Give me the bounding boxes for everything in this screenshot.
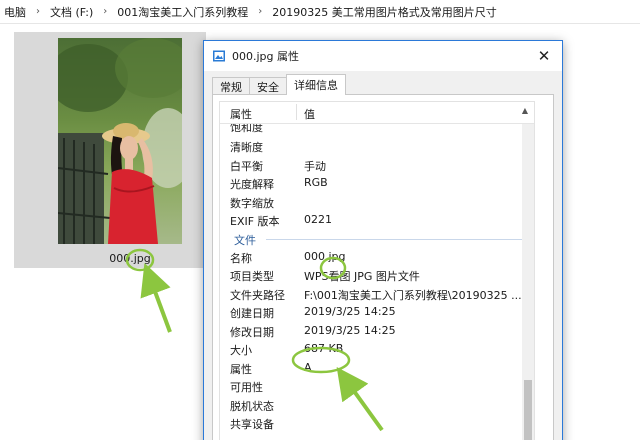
property-name: 白平衡 xyxy=(230,159,263,173)
property-value: WPS看图 JPG 图片文件 xyxy=(304,270,420,283)
details-list-header: 属性 值 ▲ xyxy=(220,102,534,124)
list-item[interactable]: 清晰度 xyxy=(220,136,520,155)
dialog-title: 000.jpg 属性 xyxy=(232,50,300,63)
details-rows: 饱和度 清晰度 白平衡 手动 光度解释 RGB 数字缩放 EXIF 版本 022… xyxy=(220,124,530,432)
list-item[interactable]: 光度解释 RGB xyxy=(220,173,520,192)
property-value: A xyxy=(304,360,312,374)
list-item[interactable]: 脱机状态 xyxy=(220,395,520,414)
details-panel: 属性 值 ▲ 饱和度 清晰度 白平衡 手动 光度解释 RGB 数字缩放 EXIF… xyxy=(212,94,554,440)
list-item[interactable]: 创建日期 2019/3/25 14:25 xyxy=(220,302,520,321)
photo-thumbnail[interactable] xyxy=(58,38,182,244)
photo-illustration xyxy=(58,38,182,244)
image-file-icon xyxy=(212,49,226,63)
list-item[interactable]: 修改日期 2019/3/25 14:25 xyxy=(220,321,520,340)
list-item[interactable]: 项目类型 WPS看图 JPG 图片文件 xyxy=(220,265,520,284)
property-name: 脱机状态 xyxy=(230,399,274,413)
tab-details[interactable]: 详细信息 xyxy=(286,74,346,95)
property-name: 饱和度 xyxy=(230,124,263,134)
property-name: 共享设备 xyxy=(230,418,274,431)
list-item[interactable]: 数字缩放 xyxy=(220,192,520,211)
list-item[interactable]: 白平衡 手动 xyxy=(220,155,520,174)
property-value: RGB xyxy=(304,176,328,189)
property-value: 687 KB xyxy=(304,342,344,355)
list-item[interactable]: 名称 000.jpg xyxy=(220,247,520,266)
list-item[interactable]: 共享设备 xyxy=(220,413,520,432)
column-header-value[interactable]: 值 xyxy=(304,106,315,122)
list-item[interactable]: 大小 687 KB xyxy=(220,339,520,358)
chevron-right-icon: › xyxy=(258,6,263,17)
breadcrumb-drive-f[interactable]: 文档 (F:) xyxy=(46,0,97,23)
list-item[interactable]: EXIF 版本 0221 xyxy=(220,210,520,229)
column-divider[interactable] xyxy=(296,104,297,120)
list-item[interactable]: 属性 A xyxy=(220,358,520,377)
section-divider xyxy=(266,238,530,240)
dialog-tabs: 常规 安全 详细信息 xyxy=(212,74,346,95)
section-label: 文件 xyxy=(234,233,256,247)
property-value: 手动 xyxy=(304,159,326,173)
tab-security[interactable]: 安全 xyxy=(249,77,287,95)
property-name: 清晰度 xyxy=(230,141,263,154)
property-value: 2019/3/25 14:25 xyxy=(304,323,396,337)
annotation-arrow xyxy=(140,262,172,333)
property-value: 2019/3/25 14:25 xyxy=(304,305,396,318)
vertical-scrollbar[interactable] xyxy=(522,124,534,440)
property-name: 项目类型 xyxy=(230,270,274,283)
property-name: 大小 xyxy=(230,344,252,357)
close-icon[interactable]: ✕ xyxy=(526,41,562,71)
properties-dialog: 000.jpg 属性 ✕ 常规 安全 详细信息 属性 值 ▲ 饱和度 清晰度 白… xyxy=(203,40,563,440)
property-value: 000.jpg xyxy=(304,249,346,263)
property-name: 光度解释 xyxy=(230,178,274,191)
details-list[interactable]: 属性 值 ▲ 饱和度 清晰度 白平衡 手动 光度解释 RGB 数字缩放 EXIF… xyxy=(219,101,535,440)
address-bar[interactable]: 电脑 › 文档 (F:) › 001淘宝美工入门系列教程 › 20190325 … xyxy=(0,0,640,24)
property-name: 可用性 xyxy=(230,381,263,394)
section-header-file: 文件 xyxy=(220,229,530,247)
sort-up-icon: ▲ xyxy=(521,106,528,115)
breadcrumb-current-folder[interactable]: 20190325 美工常用图片格式及常用图片尺寸 xyxy=(268,0,500,23)
tab-general[interactable]: 常规 xyxy=(212,77,250,95)
property-name: 创建日期 xyxy=(230,307,274,320)
property-value: F:\001淘宝美工入门系列教程\20190325 ... xyxy=(304,288,522,302)
property-name: EXIF 版本 xyxy=(230,215,280,228)
chevron-right-icon: › xyxy=(36,6,40,17)
column-header-property[interactable]: 属性 xyxy=(230,106,252,122)
breadcrumb-tutorial-folder[interactable]: 001淘宝美工入门系列教程 xyxy=(113,0,252,23)
list-item[interactable]: 饱和度 xyxy=(220,124,520,136)
property-name: 修改日期 xyxy=(230,325,274,339)
chevron-right-icon: › xyxy=(103,6,108,17)
breadcrumb-computer[interactable]: 电脑 xyxy=(0,0,30,23)
property-name: 数字缩放 xyxy=(230,196,274,210)
file-name-label[interactable]: 000.jpg xyxy=(100,252,160,265)
property-value: 0221 xyxy=(304,213,332,226)
scrollbar-thumb[interactable] xyxy=(524,380,532,440)
property-name: 文件夹路径 xyxy=(230,288,285,302)
property-name: 名称 xyxy=(230,251,252,265)
list-item[interactable]: 可用性 xyxy=(220,376,520,395)
property-name: 属性 xyxy=(230,362,252,376)
dialog-title-bar[interactable]: 000.jpg 属性 ✕ xyxy=(204,41,562,71)
list-item[interactable]: 文件夹路径 F:\001淘宝美工入门系列教程\20190325 ... xyxy=(220,284,522,303)
